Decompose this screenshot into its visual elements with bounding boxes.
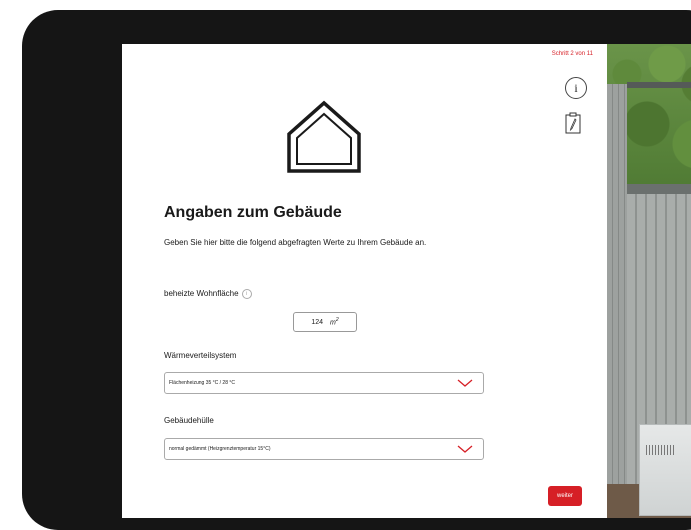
heat-pump-grille <box>646 445 676 455</box>
house-icon <box>287 100 361 173</box>
chevron-down-icon <box>457 445 473 453</box>
heat-pump-unit <box>639 424 691 516</box>
building-envelope-select[interactable]: normal gedämmt (Heizgrenztemperatur 15°C… <box>164 438 484 460</box>
tablet-frame: Schritt 2 von 11 i Angaben zum Gebäude G… <box>22 10 691 530</box>
page-title: Angaben zum Gebäude <box>164 204 342 221</box>
building-envelope-value: normal gedämmt (Heizgrenztemperatur 15°C… <box>169 446 271 452</box>
heat-distribution-select[interactable]: Flächenheizung 35 °C / 28 °C <box>164 372 484 394</box>
living-area-label-text: beheizte Wohnfläche <box>164 289 239 299</box>
app-screen: Schritt 2 von 11 i Angaben zum Gebäude G… <box>122 44 691 518</box>
building-envelope-label: Gebäudehülle <box>164 416 214 425</box>
chevron-down-icon <box>457 379 473 387</box>
living-area-unit: m2 <box>330 317 339 327</box>
heat-distribution-value: Flächenheizung 35 °C / 28 °C <box>169 380 235 386</box>
house-photo <box>607 44 691 518</box>
living-area-value: 124 <box>311 318 324 326</box>
form-panel: Schritt 2 von 11 i Angaben zum Gebäude G… <box>122 44 607 518</box>
notepad-icon[interactable] <box>565 112 581 134</box>
info-icon[interactable]: i <box>565 77 587 99</box>
next-button[interactable]: weiter <box>548 486 582 506</box>
page-description: Geben Sie hier bitte die folgend abgefra… <box>164 238 427 247</box>
heat-distribution-label: Wärmeverteilsystem <box>164 351 237 360</box>
photo-roof <box>627 82 691 88</box>
info-hint-icon[interactable]: i <box>241 289 252 299</box>
living-area-label: beheizte Wohnfläche i <box>164 289 252 299</box>
step-indicator: Schritt 2 von 11 <box>551 51 593 57</box>
photo-post <box>607 84 627 484</box>
living-area-input[interactable]: 124 m2 <box>293 312 357 332</box>
